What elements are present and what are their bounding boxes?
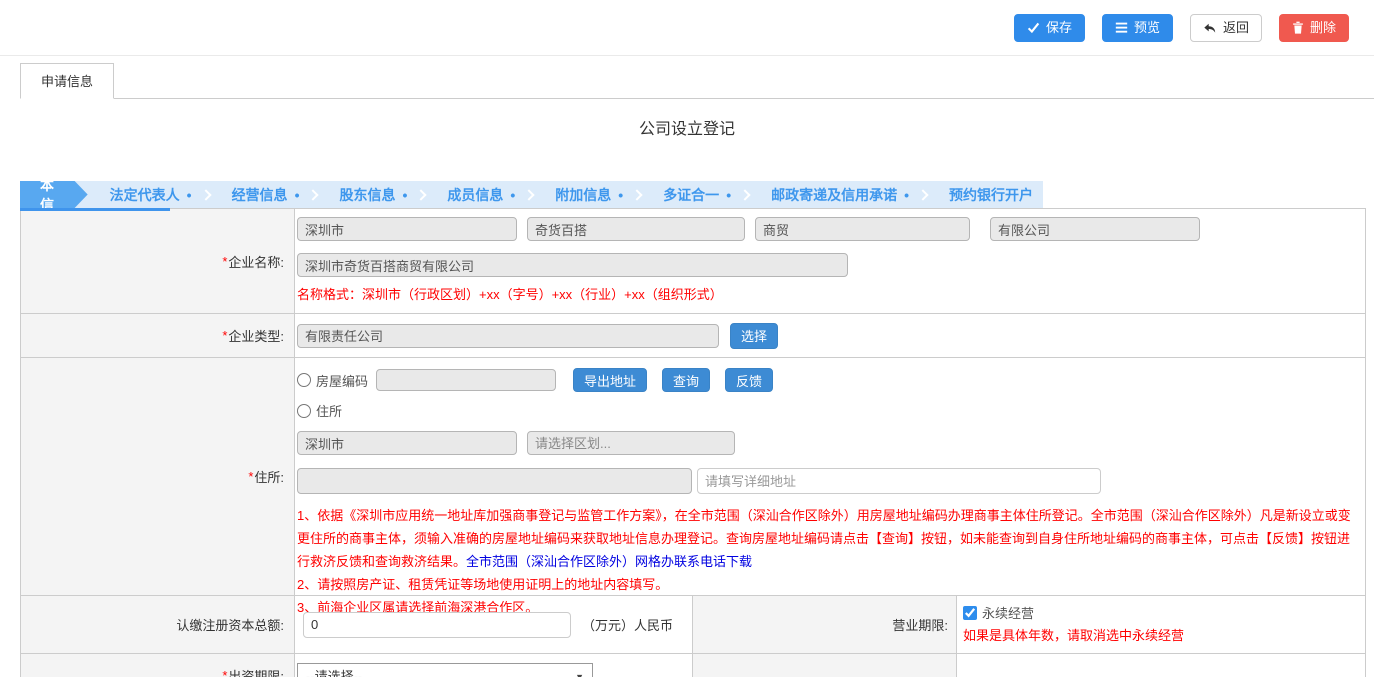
- step-shareholder-info[interactable]: 股东信息: [317, 185, 417, 205]
- feedback-button[interactable]: 反馈: [725, 368, 773, 392]
- registered-capital-input[interactable]: [303, 612, 571, 638]
- delete-button[interactable]: 删除: [1279, 14, 1349, 42]
- company-type-input[interactable]: [297, 324, 719, 348]
- preview-button[interactable]: 预览: [1102, 14, 1173, 42]
- step-postal-credit[interactable]: 邮政寄递及信用承诺: [749, 185, 919, 205]
- toolbar: 保存 预览 返回 删除: [0, 0, 1374, 56]
- perpetual-operation-label: 永续经营: [982, 603, 1034, 622]
- company-type-label: * 企业类型:: [21, 314, 295, 357]
- company-type-row: * 企业类型: 选择: [21, 314, 1365, 358]
- back-arrow-icon: [1203, 21, 1217, 35]
- step-additional-info[interactable]: 附加信息: [533, 185, 633, 205]
- contribution-deadline-row: * 出资期限: --请选择--: [21, 654, 1365, 677]
- back-button[interactable]: 返回: [1190, 14, 1262, 42]
- grid-office-phone-link[interactable]: 全市范围（深汕合作区除外）网格办联系电话下载: [466, 554, 752, 569]
- org-form-input[interactable]: [990, 217, 1200, 241]
- address-detail-input[interactable]: [697, 468, 1101, 494]
- tab-strip: 申请信息: [20, 56, 1374, 98]
- registration-form: * 企业名称: 名称格式：深圳市（行政区划）+xx（字号）+xx（行业）+xx（…: [20, 208, 1366, 677]
- list-icon: [1115, 21, 1128, 34]
- name-format-note: 名称格式：深圳市（行政区划）+xx（字号）+xx（行业）+xx（组织形式）: [297, 284, 1357, 303]
- page-title: 公司设立登记: [0, 99, 1374, 181]
- step-member-info[interactable]: 成员信息: [425, 185, 525, 205]
- address-radio-label: 住所: [316, 401, 342, 420]
- industry-input[interactable]: [755, 217, 970, 241]
- capital-unit-label: （万元）人民币: [582, 615, 673, 634]
- check-icon: [1027, 21, 1040, 34]
- full-company-name-input[interactable]: [297, 253, 848, 277]
- address-street-input[interactable]: [297, 468, 692, 494]
- address-note-1: 1、依据《深圳市应用统一地址库加强商事登记与监管工作方案》，在全市范围（深汕合作…: [297, 504, 1353, 573]
- contribution-deadline-select[interactable]: --请选择--: [297, 663, 593, 677]
- required-asterisk: *: [222, 668, 227, 677]
- step-legal-representative[interactable]: 法定代表人: [88, 185, 202, 205]
- region-input[interactable]: [297, 217, 517, 241]
- required-asterisk: *: [248, 469, 253, 484]
- step-business-info[interactable]: 经营信息: [210, 185, 310, 205]
- perpetual-operation-checkbox[interactable]: [963, 606, 977, 620]
- tab-application-info[interactable]: 申请信息: [20, 63, 114, 99]
- active-step-underline: [20, 208, 170, 211]
- required-asterisk: *: [222, 328, 227, 343]
- company-type-select-button[interactable]: 选择: [730, 323, 778, 349]
- address-note-2: 2、请按照房产证、租赁凭证等场地使用证明上的地址内容填写。: [297, 573, 1353, 596]
- company-registration-page: 保存 预览 返回 删除 申请信息 公司设立登记 基本信息 法定代表人 经营信息 …: [0, 0, 1374, 677]
- registered-capital-label: 认缴注册资本总额:: [21, 596, 295, 653]
- save-button[interactable]: 保存: [1014, 14, 1085, 42]
- house-code-input[interactable]: [376, 369, 556, 391]
- preview-button-label: 预览: [1134, 21, 1160, 34]
- trash-icon: [1292, 21, 1304, 34]
- address-district-input[interactable]: [527, 431, 735, 455]
- business-term-label: 营业期限:: [693, 596, 957, 653]
- delete-button-label: 删除: [1310, 21, 1336, 34]
- save-button-label: 保存: [1046, 21, 1072, 34]
- query-button[interactable]: 查询: [662, 368, 710, 392]
- company-name-row: * 企业名称: 名称格式：深圳市（行政区划）+xx（字号）+xx（行业）+xx（…: [21, 209, 1365, 314]
- company-name-label: * 企业名称:: [21, 209, 295, 313]
- address-row: * 住所: 房屋编码 导出地址 查询 反馈 住所: [21, 358, 1365, 596]
- required-asterisk: *: [222, 254, 227, 269]
- house-code-radio-label: 房屋编码: [316, 371, 368, 390]
- step-basic-info[interactable]: 基本信息: [20, 181, 88, 208]
- contribution-deadline-label: * 出资期限:: [21, 654, 295, 677]
- address-radio[interactable]: [297, 404, 311, 418]
- address-label: * 住所:: [21, 358, 295, 595]
- address-city-input[interactable]: [297, 431, 517, 455]
- step-bank-appointment[interactable]: 预约银行开户: [927, 185, 1043, 205]
- trade-name-input[interactable]: [527, 217, 745, 241]
- empty-content-cell: [957, 654, 1365, 677]
- business-term-note: 如果是具体年数，请取消选中永续经营: [963, 625, 1365, 644]
- step-multi-certificate[interactable]: 多证合一: [641, 185, 741, 205]
- empty-label-cell: [693, 654, 957, 677]
- house-code-radio[interactable]: [297, 373, 311, 387]
- export-address-button[interactable]: 导出地址: [573, 368, 647, 392]
- back-button-label: 返回: [1223, 21, 1249, 34]
- capital-term-row: 认缴注册资本总额: （万元）人民币 营业期限: 永续经营 如果是具体年数，请取消…: [21, 596, 1365, 654]
- chevron-down-icon: [575, 668, 584, 677]
- step-nav: 基本信息 法定代表人 经营信息 股东信息 成员信息 附加信息 多证合一 邮政寄递…: [20, 181, 1043, 208]
